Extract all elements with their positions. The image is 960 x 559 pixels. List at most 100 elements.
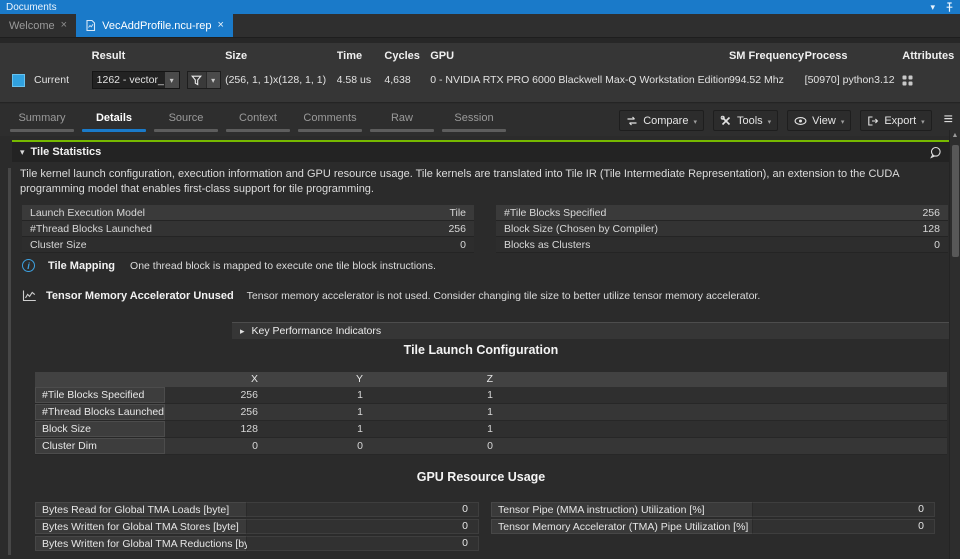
- filter-button[interactable]: ▾: [187, 71, 221, 89]
- launch-config-title: Tile Launch Configuration: [12, 343, 950, 357]
- section-title: Tile Statistics: [31, 146, 102, 158]
- note-title: Tensor Memory Accelerator Unused: [46, 290, 234, 302]
- export-button[interactable]: Export ▾: [860, 110, 931, 131]
- chart-line-icon: [22, 289, 37, 302]
- tab-session[interactable]: Session: [438, 109, 510, 132]
- time-column-label: Time: [337, 50, 385, 63]
- report-doc-icon: [85, 19, 96, 32]
- chevron-down-icon: ▾: [921, 119, 925, 127]
- chevron-down-icon: ▾: [841, 119, 845, 127]
- table-row: Cluster Dim 0 0 0: [35, 438, 947, 455]
- table-row: #Tile Blocks Specified 256 1 1: [35, 387, 947, 404]
- column-header-y: Y: [270, 372, 375, 387]
- table-row: Bytes Read for Global TMA Loads [byte] 0: [35, 502, 479, 517]
- launch-config-table: X Y Z #Tile Blocks Specified 256 1 1 #Th…: [35, 372, 947, 455]
- table-row: Launch Execution ModelTile: [22, 205, 474, 221]
- tab-context[interactable]: Context: [222, 109, 294, 132]
- tab-comments[interactable]: Comments: [294, 109, 366, 132]
- result-color-swatch: [12, 74, 25, 87]
- note-title: Tile Mapping: [48, 260, 115, 272]
- gpu-column-label: GPU: [430, 50, 729, 63]
- tools-button[interactable]: Tools ▾: [713, 110, 778, 131]
- key-performance-indicators-header[interactable]: ▸ Key Performance Indicators: [232, 322, 950, 339]
- attributes-grid-icon[interactable]: [902, 75, 913, 86]
- tab-source[interactable]: Source: [150, 109, 222, 132]
- result-column-label: Result: [92, 50, 225, 63]
- resource-usage-title: GPU Resource Usage: [12, 470, 950, 484]
- chevron-down-icon: ▾: [693, 119, 697, 127]
- tab-label: Welcome: [9, 20, 55, 32]
- table-row: Blocks as Clusters0: [496, 237, 948, 253]
- execution-summary-right: #Tile Blocks Specified256 Block Size (Ch…: [496, 205, 948, 253]
- resource-usage-left: Bytes Read for Global TMA Loads [byte] 0…: [35, 502, 479, 553]
- tab-details[interactable]: Details: [78, 109, 150, 132]
- sm-frequency-value: 994.52 Mhz: [729, 70, 805, 90]
- report-header: Current Result 1262 - vector_ ▾ ▾ Size (…: [0, 43, 960, 103]
- column-header-z: Z: [375, 372, 505, 387]
- table-row: Block Size 128 1 1: [35, 421, 947, 438]
- scroll-up-icon[interactable]: ▲: [950, 130, 960, 142]
- size-value: (256, 1, 1)x(128, 1, 1): [225, 70, 337, 90]
- close-icon[interactable]: ×: [61, 20, 67, 31]
- cycles-column-label: Cycles: [384, 50, 430, 63]
- titlebar-title: Documents: [6, 2, 57, 13]
- note-text: One thread block is mapped to execute on…: [130, 260, 436, 272]
- table-row: Bytes Written for Global TMA Reductions …: [35, 536, 479, 551]
- compare-icon: [626, 115, 638, 127]
- chevron-down-icon[interactable]: ▾: [165, 72, 179, 88]
- left-splitter[interactable]: [8, 168, 11, 555]
- chevron-down-icon[interactable]: ▾: [930, 2, 935, 12]
- tab-vecaddprofile-report[interactable]: VecAddProfile.ncu-rep ×: [76, 14, 233, 37]
- tensor-memory-note: Tensor Memory Accelerator Unused Tensor …: [22, 289, 760, 302]
- export-icon: [867, 115, 879, 127]
- size-column-label: Size: [225, 50, 337, 63]
- view-button[interactable]: View ▾: [787, 110, 851, 131]
- table-row: Cluster Size0: [22, 237, 474, 253]
- cycles-value: 4,638: [384, 70, 430, 90]
- table-row: #Thread Blocks Launched256: [22, 221, 474, 237]
- tab-summary[interactable]: Summary: [6, 109, 78, 132]
- scrollbar-thumb[interactable]: [952, 145, 959, 257]
- time-value: 4.58 us: [337, 70, 385, 90]
- window-titlebar: Documents ▾: [0, 0, 960, 14]
- resource-usage-tables: Bytes Read for Global TMA Loads [byte] 0…: [35, 502, 935, 553]
- funnel-icon: [188, 75, 206, 86]
- process-column-label: Process: [805, 50, 903, 63]
- table-row: Tensor Pipe (MMA instruction) Utilizatio…: [491, 502, 935, 517]
- process-value: [50970] python3.12: [805, 70, 903, 90]
- tab-welcome[interactable]: Welcome ×: [0, 14, 76, 37]
- vertical-scrollbar[interactable]: ▲: [949, 130, 960, 559]
- tile-mapping-note: i Tile Mapping One thread block is mappe…: [22, 259, 436, 272]
- details-page: ▾ Tile Statistics Tile kernel launch con…: [12, 140, 950, 559]
- table-row: Bytes Written for Global TMA Stores [byt…: [35, 519, 479, 534]
- compare-button[interactable]: Compare ▾: [619, 110, 704, 131]
- table-row: #Tile Blocks Specified256: [496, 205, 948, 221]
- section-description: Tile kernel launch configuration, execut…: [12, 165, 950, 197]
- tab-label: VecAddProfile.ncu-rep: [102, 20, 211, 32]
- table-row: Block Size (Chosen by Compiler)128: [496, 221, 948, 237]
- tile-statistics-section-header[interactable]: ▾ Tile Statistics: [12, 142, 950, 162]
- page-nav: Summary Details Source Context Comments …: [0, 104, 960, 136]
- execution-summary-left: Launch Execution ModelTile #Thread Block…: [22, 205, 474, 253]
- sm-frequency-column-label: SM Frequency: [729, 50, 805, 63]
- table-header-row: X Y Z: [35, 372, 947, 387]
- document-tabbar: Welcome × VecAddProfile.ncu-rep ×: [0, 14, 960, 38]
- collapse-icon[interactable]: ▾: [20, 147, 25, 158]
- eye-icon: [794, 115, 807, 127]
- execution-summary-tables: Launch Execution ModelTile #Thread Block…: [22, 205, 948, 253]
- resource-usage-right: Tensor Pipe (MMA instruction) Utilizatio…: [491, 502, 935, 553]
- collapse-icon[interactable]: ▸: [240, 326, 245, 337]
- attributes-column-label: Attributes: [902, 50, 960, 63]
- note-text: Tensor memory accelerator is not used. C…: [247, 290, 761, 302]
- result-combobox[interactable]: 1262 - vector_ ▾: [92, 71, 180, 89]
- tab-raw[interactable]: Raw: [366, 109, 438, 132]
- menu-icon[interactable]: ≡: [944, 113, 953, 127]
- comment-bubble-icon[interactable]: [929, 146, 942, 159]
- result-value: 1262 - vector_: [93, 74, 165, 86]
- chevron-down-icon[interactable]: ▾: [206, 72, 220, 88]
- chevron-down-icon: ▾: [768, 119, 772, 127]
- pin-icon[interactable]: [945, 2, 954, 13]
- gpu-value: 0 - NVIDIA RTX PRO 6000 Blackwell Max-Q …: [430, 70, 729, 90]
- close-icon[interactable]: ×: [218, 20, 224, 31]
- info-icon: i: [22, 259, 35, 272]
